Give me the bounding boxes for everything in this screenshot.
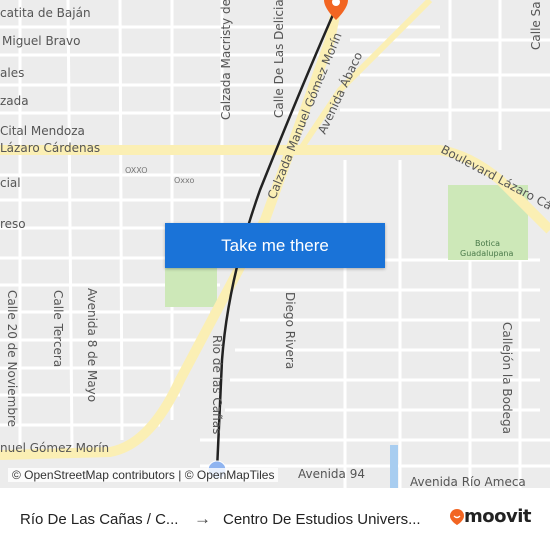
svg-text:Avenida Río Ameca: Avenida Río Ameca	[410, 475, 526, 488]
svg-text:reso: reso	[0, 217, 26, 231]
svg-text:Avenida 8 de Mayo: Avenida 8 de Mayo	[85, 288, 99, 402]
svg-text:Guadalupana: Guadalupana	[460, 249, 513, 258]
svg-text:cial: cial	[0, 176, 21, 190]
svg-text:Botica: Botica	[475, 239, 500, 248]
arrow-right-icon: →	[194, 509, 211, 528]
moovit-wordmark: moovit	[464, 506, 532, 527]
map-attribution[interactable]: © OpenStreetMap contributors | © OpenMap…	[8, 468, 279, 482]
svg-text:Calle De Las Delicias: Calle De Las Delicias	[272, 0, 286, 118]
svg-text:Calle 20 de Noviembre: Calle 20 de Noviembre	[5, 290, 19, 427]
destination-label: Centro De Estudios Univers...	[223, 511, 421, 528]
footer: Río De Las Cañas / C... → Centro De Estu…	[0, 488, 550, 550]
svg-text:catita de Baján: catita de Baján	[0, 6, 91, 20]
canal	[390, 445, 398, 488]
take-me-there-button[interactable]: Take me there	[165, 223, 385, 268]
moovit-pin-icon	[450, 508, 464, 525]
svg-text:Miguel Bravo: Miguel Bravo	[2, 34, 80, 48]
svg-text:Río de las Cañas: Río de las Cañas	[210, 335, 224, 434]
svg-text:Oxxo: Oxxo	[174, 176, 195, 185]
svg-text:Avenida 94: Avenida 94	[298, 467, 365, 481]
destination-pin-icon[interactable]	[324, 0, 348, 20]
map[interactable]: catita de Baján Miguel Bravo ales zada C…	[0, 0, 550, 488]
svg-text:nuel Gómez Morín: nuel Gómez Morín	[0, 441, 109, 455]
svg-text:Calle Sa: Calle Sa	[529, 1, 543, 50]
svg-text:OXXO: OXXO	[125, 166, 148, 175]
svg-text:Calzada Macristy de: Calzada Macristy de	[219, 0, 233, 120]
svg-text:Diego Rivera: Diego Rivera	[283, 292, 297, 369]
svg-text:Calle Tercera: Calle Tercera	[51, 290, 65, 367]
park	[165, 265, 217, 307]
svg-text:Lázaro Cárdenas: Lázaro Cárdenas	[0, 141, 100, 155]
moovit-logo: moovit	[450, 506, 532, 527]
svg-text:Callejón la Bodega: Callejón la Bodega	[500, 322, 514, 434]
svg-text:ales: ales	[0, 66, 24, 80]
origin-label: Río De Las Cañas / C...	[20, 511, 179, 528]
svg-text:Cital Mendoza: Cital Mendoza	[0, 124, 85, 138]
svg-text:zada: zada	[0, 94, 29, 108]
